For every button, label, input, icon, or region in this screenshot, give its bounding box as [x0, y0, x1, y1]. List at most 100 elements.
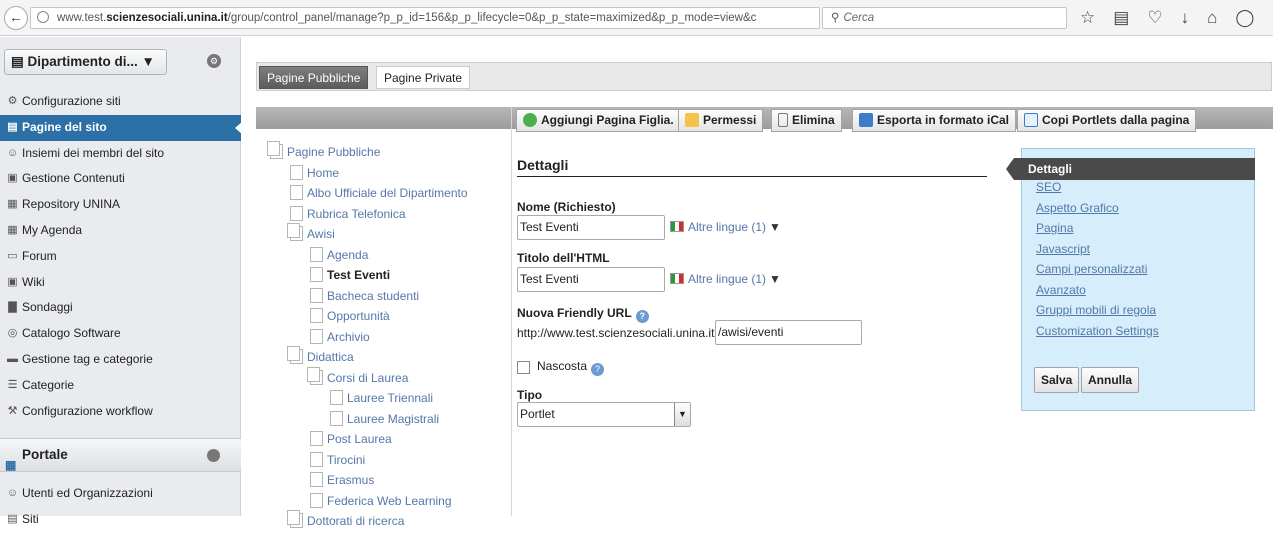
nav-link-customization-settings[interactable]: Customization Settings: [1036, 324, 1159, 338]
portale-section-header[interactable]: ▦ Portale: [0, 438, 241, 472]
site-selector-label: Dipartimento di...: [27, 54, 138, 69]
friendly-url-input[interactable]: /awisi/eventi: [715, 320, 862, 345]
tree-node-label: Rubrica Telefonica: [307, 206, 406, 221]
back-button[interactable]: ←: [4, 6, 28, 30]
nav-link-avanzato[interactable]: Avanzato: [1036, 283, 1086, 297]
tree-node[interactable]: Erasmus: [310, 471, 374, 491]
page-icon: [310, 492, 323, 508]
sidebar-item-label: Categorie: [22, 377, 75, 392]
page-folder-icon: [287, 346, 303, 364]
trash-icon: [778, 113, 788, 127]
nav-link-campi-personalizzati[interactable]: Campi personalizzati: [1036, 262, 1147, 276]
tab-public-pages[interactable]: Pagine Pubbliche: [259, 66, 369, 89]
sidebar-item-gestione-tag-e-categorie[interactable]: ▬ Gestione tag e categorie: [0, 347, 241, 373]
content-icon: ▣: [7, 172, 18, 185]
permissions-button[interactable]: Permessi: [678, 109, 764, 132]
sidebar-item-utenti-ed-organizzazioni[interactable]: ☺ Utenti ed Organizzazioni: [0, 481, 241, 507]
nav-dettagli[interactable]: Dettagli: [1006, 158, 1255, 180]
settings-gear-icon[interactable]: ⚙: [207, 54, 221, 68]
download-icon[interactable]: ↓: [1181, 8, 1190, 30]
sidebar-item-forum[interactable]: ▭ Forum: [0, 244, 241, 270]
tree-node[interactable]: Bacheca studenti: [310, 287, 419, 307]
tree-node[interactable]: Opportunità: [310, 307, 390, 327]
tree-node[interactable]: Home: [290, 164, 339, 184]
help-icon[interactable]: ?: [591, 363, 605, 376]
portale-gear-icon[interactable]: [207, 449, 220, 462]
search-input[interactable]: ⚲ Cerca: [822, 7, 1067, 29]
sidebar-item-categorie[interactable]: ☰ Categorie: [0, 373, 241, 399]
portal-menu: ☺ Utenti ed Organizzazioni ▤ Siti: [0, 481, 241, 533]
bookmark-star-icon[interactable]: ☆: [1080, 8, 1095, 30]
tree-node[interactable]: Federica Web Learning: [310, 492, 452, 512]
save-disk-icon: [859, 113, 873, 127]
type-select[interactable]: Portlet ▼: [517, 402, 691, 427]
page-icon: [330, 410, 343, 426]
sidebar-item-siti[interactable]: ▤ Siti: [0, 507, 241, 533]
nav-link-seo[interactable]: SEO: [1036, 180, 1061, 194]
tree-node[interactable]: Didattica: [287, 346, 354, 368]
save-button[interactable]: Salva: [1034, 367, 1080, 393]
tab-private-pages[interactable]: Pagine Private: [376, 66, 471, 89]
add-child-page-button[interactable]: Aggiungi Pagina Figlia.: [516, 109, 681, 132]
tree-header: [256, 107, 511, 129]
tree-node[interactable]: Archivio: [310, 328, 370, 348]
categories-icon: ☰: [7, 378, 18, 391]
tree-node[interactable]: Awisi: [287, 223, 335, 245]
sidebar-item-label: Wiki: [22, 274, 45, 289]
page-icon: [310, 328, 323, 344]
chat-icon[interactable]: ◯: [1235, 8, 1254, 30]
site-selector[interactable]: ▤ Dipartimento di... ▼: [4, 49, 167, 75]
tree-node[interactable]: Rubrica Telefonica: [290, 205, 406, 225]
tree-node[interactable]: Corsi di Laurea: [307, 366, 408, 389]
sidebar-item-pagine-del-sito[interactable]: ▤ Pagine del sito: [0, 114, 242, 141]
tree-node[interactable]: Post Laurea: [310, 430, 392, 450]
tree-node[interactable]: Test Eventi: [310, 266, 390, 286]
nav-link-gruppi-mobili-di-regola[interactable]: Gruppi mobili di regola: [1036, 303, 1156, 317]
export-ical-button[interactable]: Esporta in formato iCal: [852, 109, 1017, 132]
delete-button[interactable]: Elimina: [771, 109, 842, 132]
portale-label: Portale: [22, 447, 68, 462]
sidebar-item-sondaggi[interactable]: ▇ Sondaggi: [0, 295, 241, 321]
details-nav-panel: Dettagli SEO Aspetto Grafico Pagina Javascr…: [1006, 148, 1255, 411]
tree-node[interactable]: Pagine Pubbliche: [267, 141, 380, 163]
nav-link-javascript[interactable]: Javascript: [1036, 242, 1090, 256]
delete-label: Elimina: [792, 113, 835, 127]
html-title-other-languages[interactable]: Altre lingue (1) ▼: [670, 272, 781, 286]
nav-link-pagina[interactable]: Pagina: [1036, 221, 1073, 235]
sidebar-item-label: Utenti ed Organizzazioni: [22, 486, 153, 500]
address-bar[interactable]: www.test.scienzesociali.unina.it/group/c…: [30, 7, 820, 29]
name-other-languages[interactable]: Altre lingue (1) ▼: [670, 220, 781, 234]
tree-node[interactable]: Agenda: [310, 246, 368, 266]
name-input[interactable]: Test Eventi: [517, 215, 665, 240]
sidebar-item-wiki[interactable]: ▣ Wiki: [0, 270, 241, 296]
sidebar-item-label: Gestione Contenuti: [22, 171, 125, 186]
help-icon[interactable]: ?: [635, 310, 649, 323]
sidebar-item-catalogo-software[interactable]: ◎ Catalogo Software: [0, 321, 241, 347]
sidebar-item-gestione-contenuti[interactable]: ▣ Gestione Contenuti: [0, 166, 241, 192]
home-icon[interactable]: ⌂: [1207, 8, 1217, 30]
tree-node-label: Dottorati di ricerca: [307, 514, 405, 528]
cancel-button[interactable]: Annulla: [1081, 367, 1139, 393]
sidebar-item-insiemi-dei-membri-del-sito[interactable]: ☺ Insiemi dei membri del sito: [0, 141, 241, 167]
select-arrow-icon: ▼: [674, 403, 690, 426]
copy-portlets-button[interactable]: Copi Portlets dalla pagina: [1017, 109, 1197, 132]
bookmarks-list-icon[interactable]: ▤: [1113, 8, 1129, 30]
hidden-checkbox[interactable]: [517, 361, 530, 374]
pocket-icon[interactable]: ♡: [1147, 8, 1162, 30]
tree-node[interactable]: Lauree Magistrali: [330, 410, 439, 430]
name-label: Nome (Richiesto): [517, 200, 616, 214]
tree-node[interactable]: Albo Ufficiale del Dipartimento: [290, 184, 468, 204]
sidebar-item-my-agenda[interactable]: ▦ My Agenda: [0, 218, 241, 244]
main-content: Pagine Pubbliche Pagine Private Pagine P…: [242, 37, 1273, 528]
type-value: Portlet: [520, 407, 555, 421]
html-title-input[interactable]: Test Eventi: [517, 267, 665, 292]
sidebar-item-configurazione-workflow[interactable]: ⚒ Configurazione workflow: [0, 399, 241, 425]
sidebar-item-configurazione-siti[interactable]: ⚙ Configurazione siti: [0, 89, 241, 115]
nav-link-aspetto-grafico[interactable]: Aspetto Grafico: [1036, 201, 1119, 215]
tree-node[interactable]: Dottorati di ricerca: [287, 510, 405, 532]
tree-node[interactable]: Lauree Triennali: [330, 389, 433, 409]
wiki-icon: ▣: [7, 275, 18, 288]
tree-node[interactable]: Tirocini: [310, 451, 365, 471]
sidebar-item-repository-unina[interactable]: ▦ Repository UNINA: [0, 192, 241, 218]
italian-flag-icon: [670, 221, 684, 232]
